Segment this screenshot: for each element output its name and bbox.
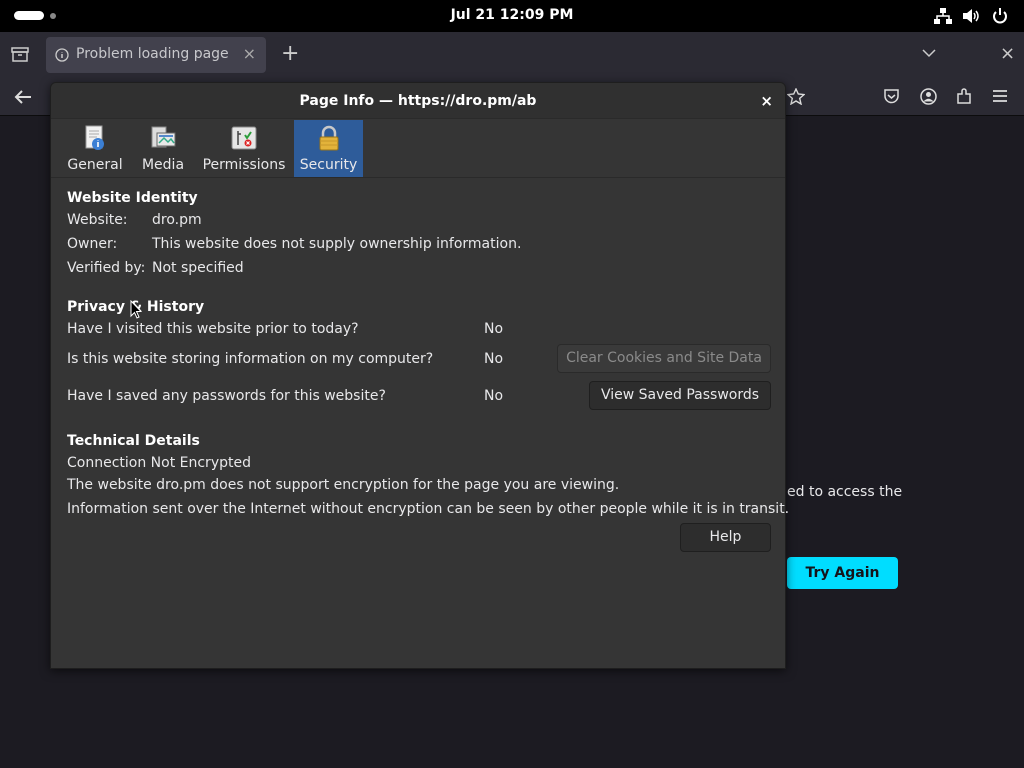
info-icon: [55, 48, 69, 62]
connection-status: Connection Not Encrypted: [67, 455, 251, 471]
website-label: Website:: [67, 212, 128, 228]
system-top-bar: Jul 21 12:09 PM: [0, 0, 1024, 32]
dialog-close-icon[interactable]: ×: [760, 92, 773, 110]
view-saved-passwords-button[interactable]: View Saved Passwords: [589, 381, 771, 410]
storing-question: Is this website storing information on m…: [67, 351, 434, 367]
help-button[interactable]: Help: [680, 523, 771, 552]
extensions-icon[interactable]: [956, 88, 973, 105]
visited-question: Have I visited this website prior to tod…: [67, 321, 359, 337]
general-page-icon: [85, 125, 104, 150]
technical-details-heading: Technical Details: [67, 433, 200, 449]
tab-security-label: Security: [299, 157, 358, 173]
window-close-icon[interactable]: ×: [1000, 43, 1015, 64]
mouse-cursor-icon: [130, 300, 142, 319]
clear-cookies-button[interactable]: Clear Cookies and Site Data: [557, 344, 771, 373]
page-info-dialog: Page Info — https://dro.pm/ab × General …: [50, 82, 790, 669]
error-description: ed to access the: [787, 484, 903, 500]
owner-label: Owner:: [67, 236, 118, 252]
browser-tab[interactable]: Problem loading page ×: [46, 37, 266, 73]
list-all-tabs-icon[interactable]: [922, 48, 936, 58]
tab-overview-icon[interactable]: [11, 46, 29, 62]
tab-strip: Problem loading page × + ×: [0, 32, 1024, 78]
tab-media-label: Media: [141, 157, 185, 173]
try-again-button[interactable]: Try Again: [787, 557, 898, 589]
owner-value: This website does not supply ownership i…: [152, 236, 522, 252]
passwords-question: Have I saved any passwords for this webs…: [67, 388, 386, 404]
padlock-icon: [319, 125, 338, 151]
clock[interactable]: Jul 21 12:09 PM: [0, 7, 1024, 23]
account-icon[interactable]: [920, 88, 937, 105]
network-icon[interactable]: [934, 8, 952, 24]
page-info-tabs: General Media Permissions Security: [51, 120, 785, 178]
new-tab-icon[interactable]: +: [281, 41, 299, 66]
media-icon: [151, 126, 176, 148]
website-identity-heading: Website Identity: [67, 190, 198, 206]
power-icon[interactable]: [991, 8, 1009, 24]
transit-warning: Information sent over the Internet witho…: [67, 501, 790, 517]
back-icon[interactable]: [14, 89, 32, 105]
pocket-icon[interactable]: [883, 88, 900, 105]
tab-close-icon[interactable]: ×: [243, 44, 256, 63]
tab-permissions[interactable]: Permissions: [199, 120, 289, 177]
tab-title: Problem loading page: [76, 46, 229, 62]
visited-answer: No: [484, 321, 504, 337]
volume-icon[interactable]: [962, 8, 980, 24]
tab-general[interactable]: General: [63, 120, 127, 177]
tab-security[interactable]: Security: [294, 120, 363, 177]
verified-label: Verified by:: [67, 260, 146, 276]
verified-value: Not specified: [152, 260, 244, 276]
tab-general-label: General: [67, 157, 123, 173]
dialog-title: Page Info — https://dro.pm/ab: [299, 93, 537, 109]
passwords-answer: No: [484, 388, 504, 404]
bookmark-star-icon[interactable]: [787, 88, 805, 105]
storing-answer: No: [484, 351, 504, 367]
permissions-icon: [231, 126, 257, 150]
tab-media[interactable]: Media: [137, 120, 189, 177]
dialog-titlebar[interactable]: Page Info — https://dro.pm/ab ×: [51, 83, 785, 119]
tab-permissions-label: Permissions: [202, 157, 286, 173]
encryption-note: The website dro.pm does not support encr…: [67, 477, 620, 493]
menu-icon[interactable]: [992, 89, 1008, 103]
website-value: dro.pm: [152, 212, 202, 228]
